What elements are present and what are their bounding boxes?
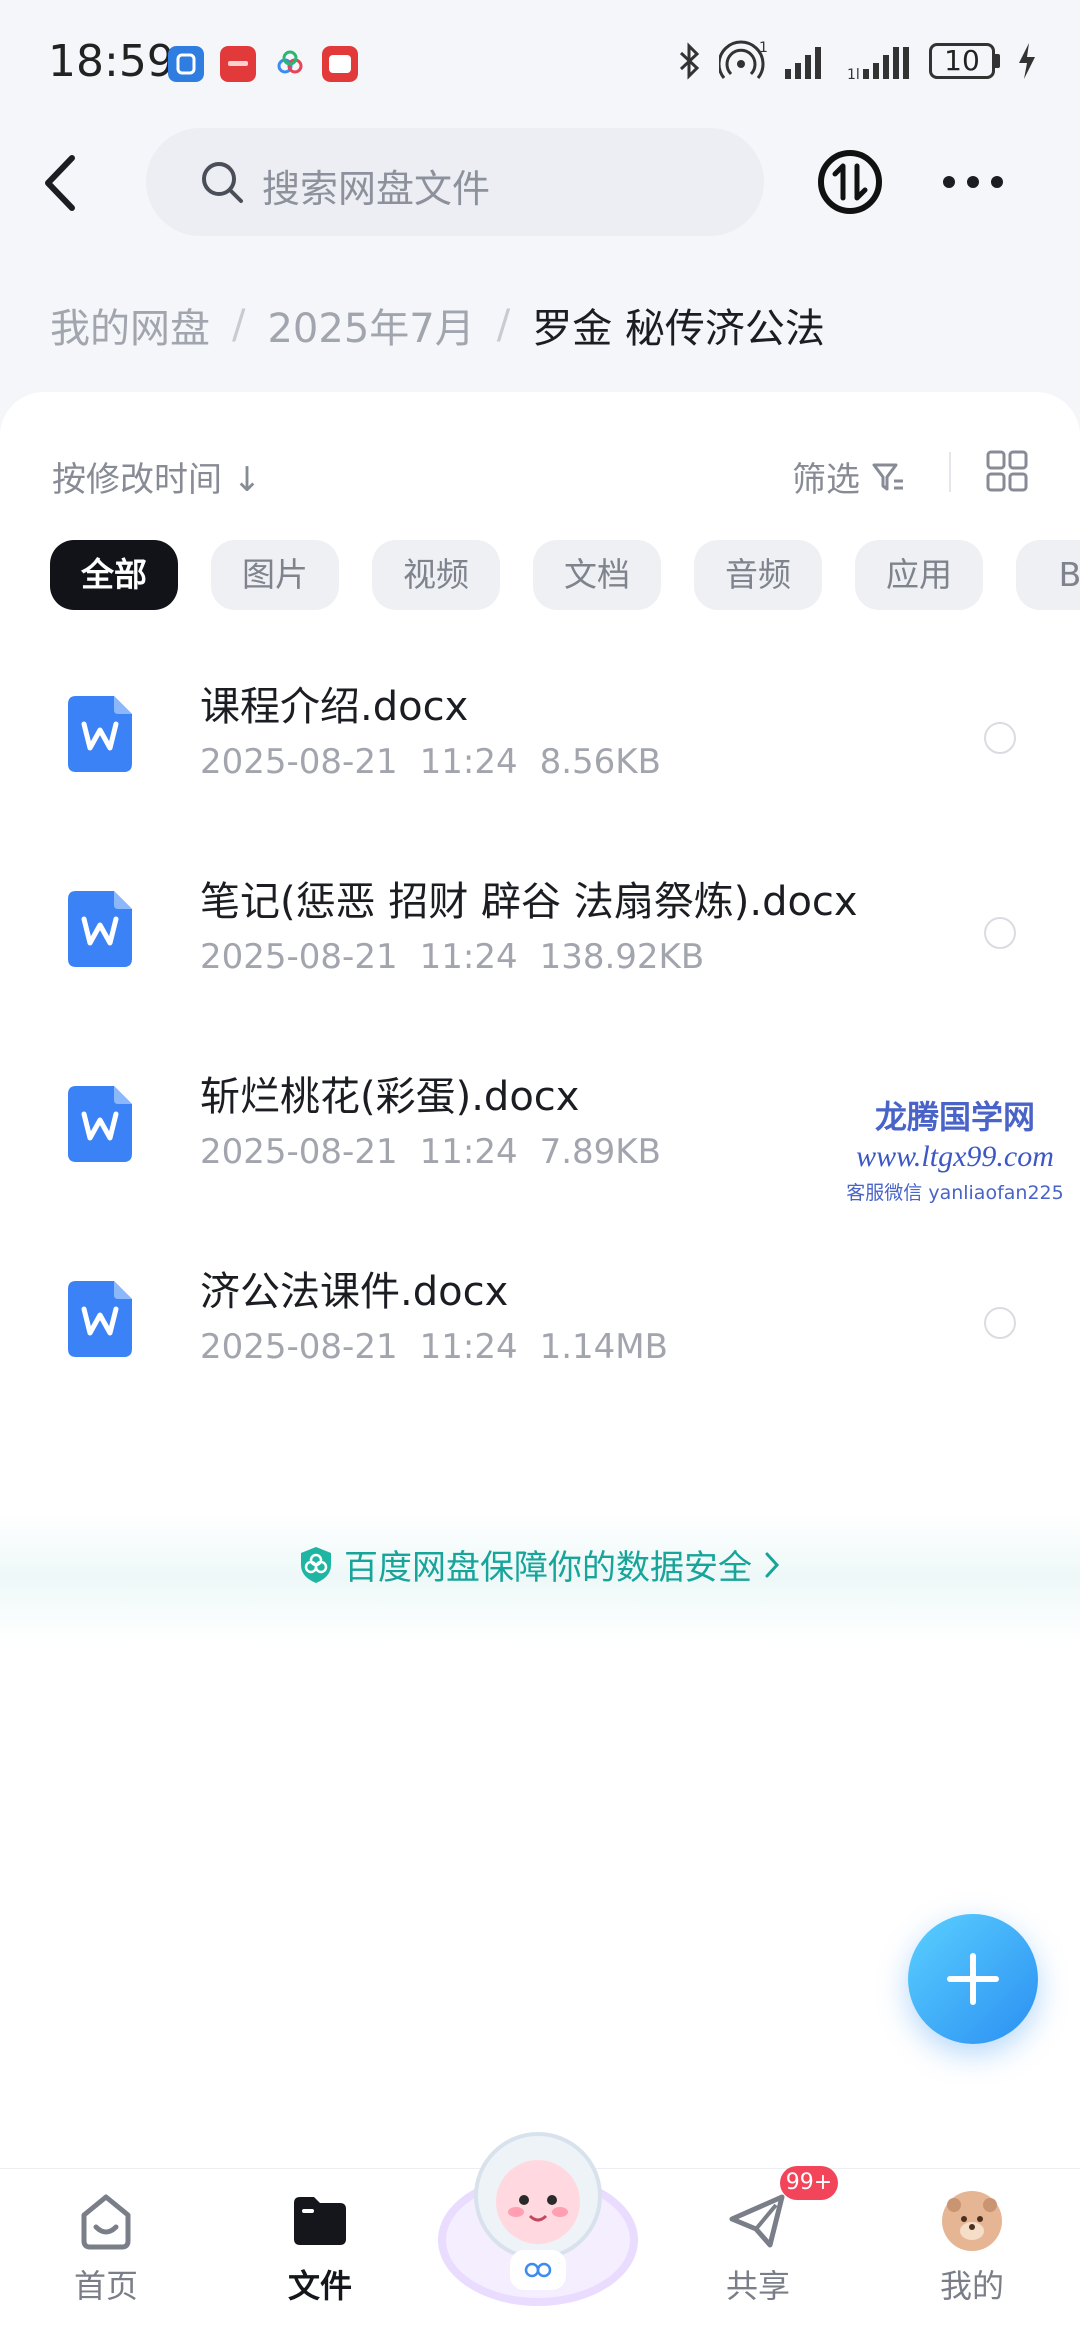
status-bar: 18:59 1 1l 10 bbox=[0, 0, 1080, 120]
file-name: 课程介绍.docx bbox=[200, 684, 469, 730]
shield-icon bbox=[301, 1546, 331, 1583]
chip-all[interactable]: 全部 bbox=[50, 540, 178, 610]
breadcrumb-separator: / bbox=[496, 302, 511, 348]
nav-label: 我的 bbox=[939, 2267, 1004, 2305]
file-name: 斩烂桃花(彩蛋).docx bbox=[200, 1074, 580, 1120]
file-date: 2025-08-21 bbox=[200, 1132, 398, 1172]
nav-label: 共享 bbox=[725, 2267, 790, 2305]
cloud-app-icon bbox=[277, 50, 303, 74]
chip-videos[interactable]: 视频 bbox=[372, 540, 500, 610]
hotspot-icon: 1 bbox=[719, 40, 767, 79]
file-row[interactable]: 课程介绍.docx 2025-08-21 11:24 8.56KB bbox=[0, 650, 1080, 840]
file-date: 2025-08-21 bbox=[200, 742, 398, 782]
watermark-wechat: 客服微信 yanliaofan225 bbox=[846, 1182, 1064, 1204]
file-meta: 2025-08-21 11:24 1.14MB bbox=[200, 1327, 690, 1367]
file-row[interactable]: 济公法课件.docx 2025-08-21 11:24 1.14MB bbox=[0, 1235, 1080, 1425]
file-date: 2025-08-21 bbox=[200, 1327, 398, 1367]
file-row[interactable]: 笔记(惩恶 招财 辟谷 法扇祭炼).docx 2025-08-21 11:24 13… bbox=[0, 845, 1080, 1035]
more-options-button[interactable] bbox=[940, 170, 1006, 194]
watermark-url: www.ltgx99.com bbox=[856, 1140, 1054, 1173]
file-time: 11:24 bbox=[419, 1132, 518, 1172]
chip-apps[interactable]: 应用 bbox=[855, 540, 983, 610]
sort-label: 按修改时间 bbox=[52, 460, 222, 500]
word-doc-icon bbox=[68, 1281, 132, 1357]
share-icon bbox=[729, 2194, 785, 2248]
file-time: 11:24 bbox=[419, 937, 518, 977]
avatar-icon bbox=[942, 2191, 1002, 2251]
toolbar-divider bbox=[949, 452, 951, 492]
file-select-checkbox[interactable] bbox=[984, 722, 1016, 754]
grid-view-button[interactable] bbox=[986, 450, 1028, 492]
nav-files[interactable]: 文件 bbox=[250, 2189, 390, 2309]
file-size: 1.14MB bbox=[539, 1327, 668, 1367]
svg-text:1: 1 bbox=[759, 40, 767, 56]
chip-bt[interactable]: BT bbox=[1016, 540, 1080, 610]
breadcrumb-separator: / bbox=[232, 302, 246, 348]
signal-icon-2: 1l bbox=[847, 47, 909, 81]
chip-images[interactable]: 图片 bbox=[211, 540, 339, 610]
nav-share[interactable]: 共享 bbox=[688, 2189, 828, 2309]
battery-tip bbox=[995, 54, 1000, 68]
status-time: 18:59 bbox=[48, 36, 175, 87]
word-doc-icon bbox=[68, 696, 132, 772]
file-select-checkbox[interactable] bbox=[984, 917, 1016, 949]
nav-label: 文件 bbox=[287, 2267, 352, 2305]
file-meta: 2025-08-21 11:24 8.56KB bbox=[200, 742, 683, 782]
file-size: 8.56KB bbox=[539, 742, 661, 782]
mascot-center-button[interactable] bbox=[432, 2110, 644, 2310]
security-notice-text: 百度网盘保障你的数据安全 bbox=[344, 1548, 752, 1588]
filter-button[interactable]: 筛选 bbox=[792, 452, 906, 501]
file-select-checkbox[interactable] bbox=[984, 1307, 1016, 1339]
chip-documents[interactable]: 文档 bbox=[533, 540, 661, 610]
status-indicators: 1 1l 10 bbox=[677, 40, 1038, 82]
svg-text:1l: 1l bbox=[847, 67, 860, 81]
file-meta: 2025-08-21 11:24 138.92KB bbox=[200, 937, 726, 977]
category-filter-chips: 全部 图片 视频 文档 音频 应用 BT bbox=[50, 540, 1080, 610]
watermark-title: 龙腾国学网 bbox=[874, 1098, 1035, 1136]
chip-audio[interactable]: 音频 bbox=[694, 540, 822, 610]
home-icon bbox=[81, 2194, 131, 2250]
search-icon bbox=[202, 162, 243, 203]
app-notification-icon bbox=[168, 46, 204, 82]
bluetooth-icon bbox=[679, 42, 700, 80]
breadcrumb-folder[interactable]: 2025年7月 bbox=[267, 296, 474, 354]
file-name: 济公法课件.docx bbox=[200, 1269, 509, 1315]
file-meta: 2025-08-21 11:24 7.89KB bbox=[200, 1132, 683, 1172]
security-notice-link[interactable]: 百度网盘保障你的数据安全 bbox=[0, 1540, 1080, 1589]
filter-label: 筛选 bbox=[792, 460, 860, 500]
battery-level: 10 bbox=[929, 43, 995, 79]
share-notification-badge: 99+ bbox=[780, 2166, 838, 2200]
back-button[interactable] bbox=[38, 150, 88, 216]
charging-icon bbox=[1019, 43, 1035, 79]
file-size: 7.89KB bbox=[539, 1132, 661, 1172]
red-app-icon bbox=[322, 46, 358, 82]
add-button[interactable] bbox=[908, 1914, 1038, 2044]
sort-button[interactable]: 按修改时间 ↓ bbox=[52, 452, 261, 501]
signal-icon bbox=[785, 47, 821, 79]
nav-profile[interactable]: 我的 bbox=[902, 2189, 1042, 2309]
filter-icon bbox=[872, 463, 903, 490]
file-time: 11:24 bbox=[419, 742, 518, 782]
file-date: 2025-08-21 bbox=[200, 937, 398, 977]
breadcrumb-root[interactable]: 我的网盘 bbox=[50, 296, 210, 354]
breadcrumb-current: 罗金 秘传济公法 bbox=[532, 306, 825, 352]
watermark: 龙腾国学网 www.ltgx99.com 客服微信 yanliaofan225 bbox=[830, 1092, 1080, 1205]
plus-icon bbox=[970, 1953, 976, 2005]
transfer-list-button[interactable] bbox=[816, 148, 884, 216]
chevron-right-icon bbox=[765, 1552, 780, 1577]
file-size: 138.92KB bbox=[539, 937, 705, 977]
nav-home[interactable]: 首页 bbox=[36, 2189, 176, 2309]
word-doc-icon bbox=[68, 1086, 132, 1162]
huawei-app-icon bbox=[220, 46, 256, 82]
nav-label: 首页 bbox=[73, 2267, 138, 2305]
breadcrumb: 我的网盘 / 2025年7月 / 罗金 秘传济公法 bbox=[50, 296, 825, 354]
search-placeholder: 搜索网盘文件 bbox=[262, 167, 491, 211]
sort-direction-icon: ↓ bbox=[232, 460, 262, 500]
folder-icon bbox=[294, 2197, 346, 2245]
battery-indicator: 10 bbox=[929, 43, 1000, 79]
file-name: 笔记(惩恶 招财 辟谷 法扇祭炼).docx bbox=[200, 879, 858, 925]
search-input[interactable]: 搜索网盘文件 bbox=[146, 128, 764, 236]
file-time: 11:24 bbox=[419, 1327, 518, 1367]
word-doc-icon bbox=[68, 891, 132, 967]
